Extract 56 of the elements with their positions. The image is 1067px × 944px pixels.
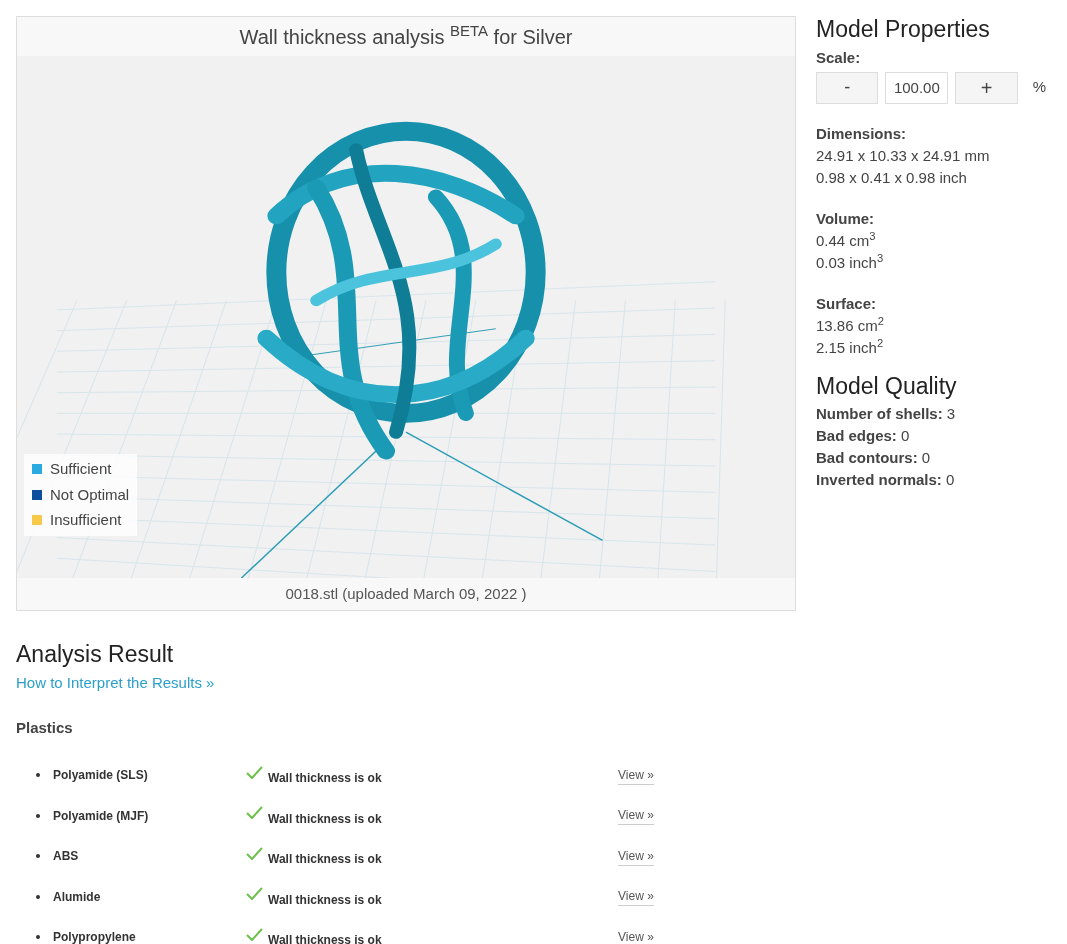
property-value: 24.91 x 10.33 x 24.91 mm [816, 145, 991, 166]
quality-value: 0 [946, 471, 955, 488]
unit-label: % [1032, 77, 1046, 98]
property-value: 0.44 cm$^{3}$ [816, 229, 877, 251]
check-icon [246, 927, 263, 941]
property-label: Dimensions: [816, 123, 907, 144]
result-text: Wall thickness is ok [268, 891, 383, 909]
material-name: Alumide [53, 888, 102, 906]
view-link[interactable]: View » [618, 846, 654, 866]
section-title: Model Quality [816, 371, 958, 401]
property-label: Surface: [816, 293, 878, 314]
section-title: Analysis Result [16, 643, 175, 666]
check-icon [246, 765, 263, 779]
result-text: Wall thickness is ok [268, 932, 383, 944]
property-value: 13.86 cm$^{2}$ [816, 314, 885, 336]
check-icon [246, 887, 263, 901]
legend-label: Not Optimal [50, 484, 130, 505]
quality-label: Bad edges: [816, 427, 897, 444]
result-text: Wall thickness is ok [268, 770, 383, 788]
view-link[interactable]: View » [618, 887, 654, 907]
legend-label: Insufficient [50, 510, 122, 530]
section-title: Model Properties [816, 18, 991, 41]
property-value: 0.98 x 0.41 x 0.98 inch [816, 167, 968, 188]
check-icon [246, 806, 263, 820]
view-link[interactable]: View » [618, 765, 654, 785]
bullet-icon [36, 813, 40, 818]
scale-field[interactable]: 100.00 [885, 71, 949, 104]
decrease-button[interactable]: - [816, 71, 879, 104]
result-text: Wall thickness is ok [268, 851, 383, 869]
quality-label: Number of shells: [816, 405, 943, 422]
result-text: Wall thickness is ok [268, 810, 383, 828]
quality-value: 3 [946, 405, 956, 422]
field-label: Scale: [816, 48, 862, 68]
material-name: Polyamide (SLS) [53, 767, 149, 785]
bullet-icon [36, 773, 40, 778]
category-heading: Plastics [16, 717, 74, 738]
quality-label: Inverted normals: [816, 471, 942, 488]
quality-label: Bad contours: [816, 449, 918, 466]
viewer-title: Wall thickness analysis $^{BETA}$ for Silver [17, 17, 795, 56]
bullet-icon [36, 854, 40, 859]
property-value: 0.03 inch$^{3}$ [816, 251, 885, 273]
bullet-icon [36, 935, 40, 940]
material-name: ABS [53, 848, 80, 866]
quality-value: 0 [901, 427, 910, 444]
bullet-icon [36, 894, 40, 899]
material-name: Polyamide (MJF) [53, 807, 150, 825]
legend-label: Sufficient [50, 459, 112, 479]
view-link[interactable]: View » [618, 927, 654, 944]
check-icon [246, 846, 263, 860]
property-value: 2.15 inch$^{2}$ [816, 336, 885, 358]
property-label: Volume: [816, 208, 876, 229]
view-link[interactable]: View » [618, 806, 654, 826]
increase-button[interactable]: + [955, 71, 1018, 104]
quality-value: 0 [921, 449, 931, 466]
material-name: Polypropylene [53, 929, 137, 944]
file-caption: 0018.stl (uploaded March 09, 2022 ) [17, 578, 795, 610]
